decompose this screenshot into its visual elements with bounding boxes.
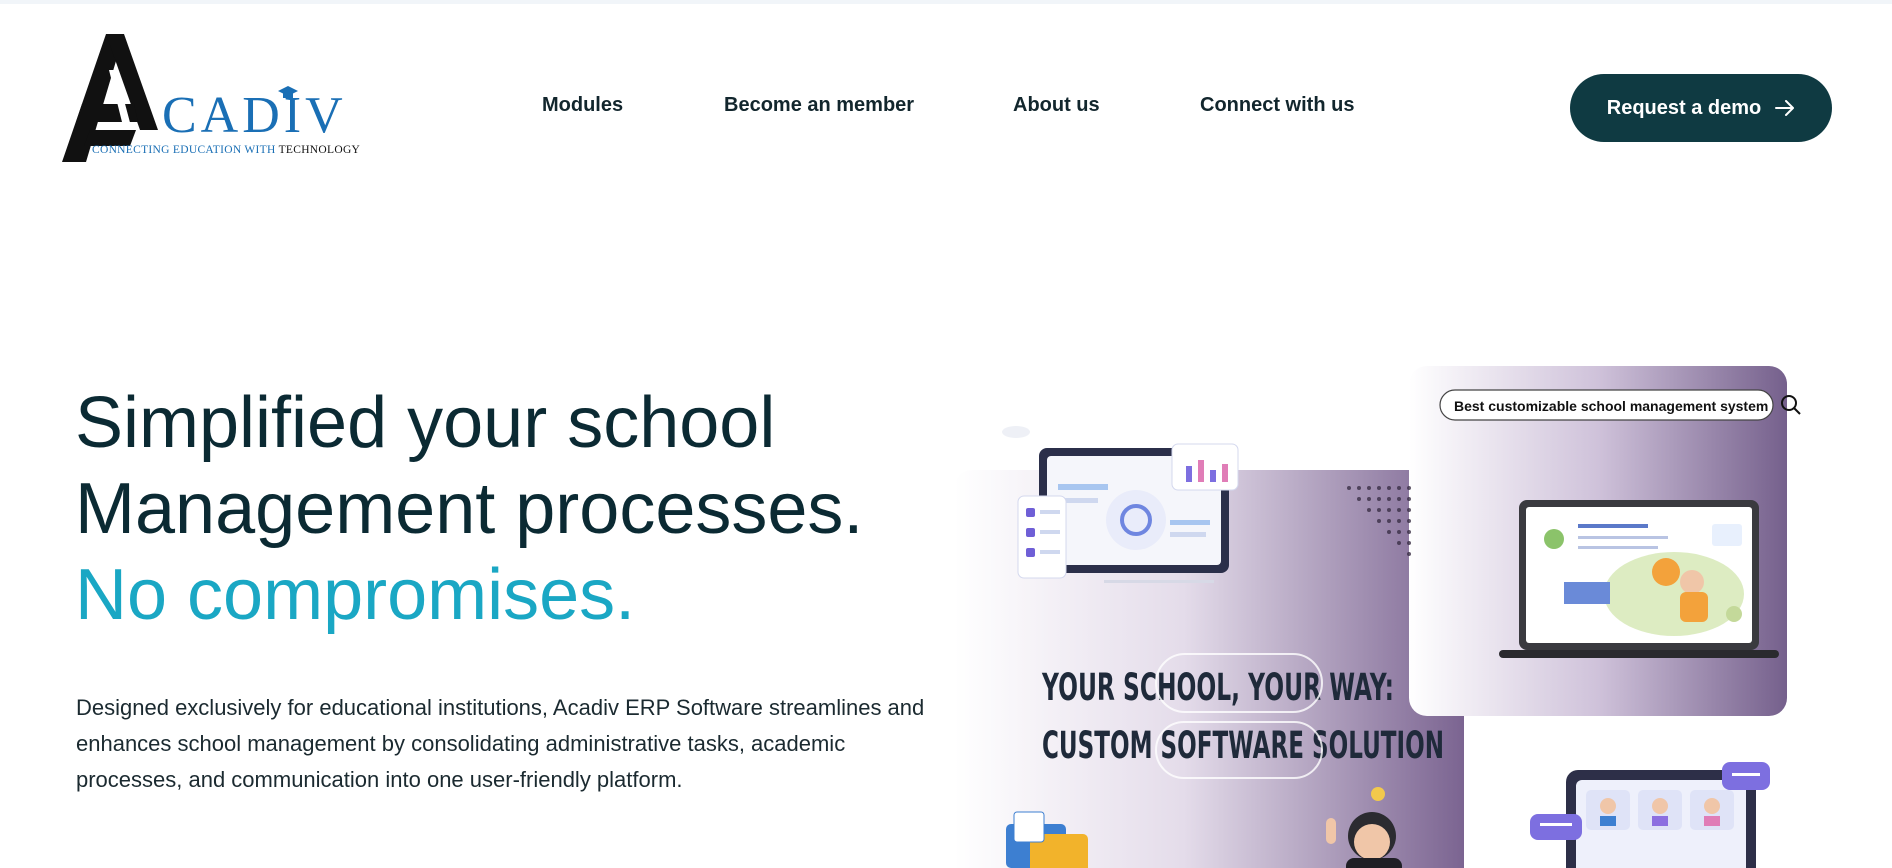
hero-illustration-svg: Best customizable school management syst… [954, 366, 1801, 868]
search-pill: Best customizable school management syst… [1439, 389, 1801, 421]
video-call-graphic [1530, 762, 1770, 868]
arrow-right-icon [1775, 100, 1795, 116]
hero-title: Simplified your school Management proces… [75, 380, 863, 638]
nav-become-member[interactable]: Become an member [724, 94, 914, 117]
nav-connect-with-us[interactable]: Connect with us [1200, 94, 1354, 117]
illustration-headline-1: YOUR SCHOOL, YOUR WAY: [1041, 666, 1394, 709]
hero-title-line-1: Simplified your school [75, 383, 776, 463]
graduation-cap-icon [278, 86, 298, 98]
illustration-search-text: Best customizable school management syst… [1454, 398, 1768, 414]
nav-modules[interactable]: Modules [542, 94, 623, 117]
tagline-dark: TECHNOLOGY [278, 144, 361, 156]
logo-tagline: CONNECTING EDUCATION WITH TECHNOLOGY [92, 144, 360, 156]
request-demo-button[interactable]: Request a demo [1570, 74, 1832, 142]
hero-title-accent: No compromises. [75, 555, 636, 635]
request-demo-label: Request a demo [1606, 96, 1762, 119]
acadiv-logo[interactable]: CADIV CONNECTING EDUCATION WITH TECHNOLO… [62, 34, 402, 169]
hero-illustration: Best customizable school management syst… [954, 324, 1842, 868]
laptop-graphic [1499, 500, 1779, 658]
illustration-headline-2: CUSTOM SOFTWARE SOLUTION [1042, 724, 1444, 767]
tagline-blue: CONNECTING EDUCATION WITH [92, 144, 276, 156]
hero-title-line-2: Management processes. [75, 469, 864, 549]
dashboard-monitor-graphic [1002, 426, 1239, 583]
site-header: CADIV CONNECTING EDUCATION WITH TECHNOLO… [0, 4, 1892, 164]
hero-description: Designed exclusively for educational ins… [76, 695, 925, 792]
logo-wordmark: CADIV [162, 87, 347, 144]
nav-about-us[interactable]: About us [1013, 94, 1100, 117]
